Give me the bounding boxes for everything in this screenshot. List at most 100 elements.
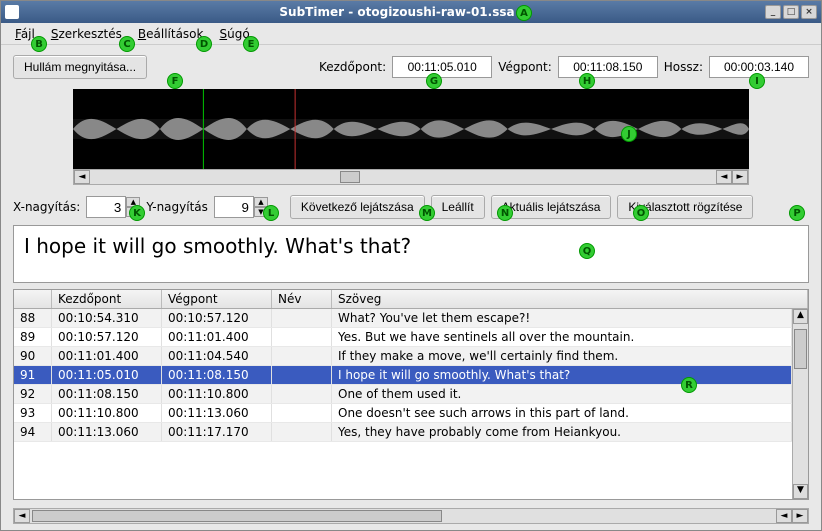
col-end[interactable]: Végpont [162,290,272,308]
annotation-marker: B [31,36,47,52]
cell-text: One of them used it. [332,385,792,403]
annotation-marker: K [129,205,145,221]
table-row[interactable]: 9400:11:13.06000:11:17.170 Yes, they have… [14,423,792,442]
scroll-left-icon[interactable]: ◄ [74,170,90,184]
cell-index: 94 [14,423,52,441]
annotation-marker: C [119,36,135,52]
cell-end: 00:11:10.800 [162,385,272,403]
table-row[interactable]: 9200:11:08.15000:11:10.800 One of them us… [14,385,792,404]
annotation-marker: M [419,205,435,221]
cell-text: Yes, they have probably come from Heiank… [332,423,792,441]
cell-text: I hope it will go smoothly. What's that? [332,366,792,384]
table-row[interactable]: 9300:11:10.80000:11:13.060 One doesn't se… [14,404,792,423]
cell-text: One doesn't see such arrows in this part… [332,404,792,422]
subtitle-table: Kezdőpont Végpont Név Szöveg 8800:10:54.… [13,289,809,500]
cell-index: 89 [14,328,52,346]
annotation-marker: D [196,36,212,52]
col-text[interactable]: Szöveg [332,290,808,308]
start-label: Kezdőpont: [319,60,386,74]
cell-name [272,309,332,327]
window-title: SubTimer - otogizoushi-raw-01.ssa [29,5,765,19]
table-scroll-right-icon[interactable]: ► [792,509,808,523]
table-row[interactable]: 9000:11:01.40000:11:04.540 If they make a… [14,347,792,366]
annotation-marker: Q [579,243,595,259]
titlebar: SubTimer - otogizoushi-raw-01.ssa _ □ × [1,1,821,23]
scroll-left2-icon[interactable]: ◄ [716,170,732,184]
yzoom-label: Y-nagyítás [146,200,208,214]
yzoom-spinner[interactable]: ▲▼ [214,196,268,218]
cell-text: If they make a move, we'll certainly fin… [332,347,792,365]
end-label: Végpont: [498,60,552,74]
cell-end: 00:11:01.400 [162,328,272,346]
annotation-marker: G [426,73,442,89]
cell-start: 00:10:57.120 [52,328,162,346]
annotation-marker: F [167,73,183,89]
cell-start: 00:11:05.010 [52,366,162,384]
waveform-scrollbar[interactable]: ◄ ◄ ► [73,169,749,185]
annotation-marker: N [497,205,513,221]
end-input[interactable] [558,56,658,78]
cell-index: 92 [14,385,52,403]
scroll-right-icon[interactable]: ► [732,170,748,184]
xzoom-label: X-nagyítás: [13,200,80,214]
menu-edit[interactable]: Szerkesztés [45,25,128,43]
cell-start: 00:10:54.310 [52,309,162,327]
cell-index: 90 [14,347,52,365]
table-scroll-left-icon[interactable]: ◄ [14,509,30,523]
cell-start: 00:11:08.150 [52,385,162,403]
stop-button[interactable]: Leállít [431,195,485,219]
cell-text: Yes. But we have sentinels all over the … [332,328,792,346]
play-next-button[interactable]: Következő lejátszása [290,195,425,219]
app-icon [5,5,29,19]
cell-end: 00:11:04.540 [162,347,272,365]
cell-name [272,404,332,422]
table-vscroll[interactable]: ▲ ▼ [792,309,808,499]
table-row[interactable]: 9100:11:05.01000:11:08.150 I hope it will… [14,366,792,385]
cell-start: 00:11:10.800 [52,404,162,422]
waveform[interactable] [73,89,749,169]
annotation-marker: R [681,377,697,393]
col-index[interactable] [14,290,52,308]
cell-name [272,423,332,441]
annotation-marker: H [579,73,595,89]
minimize-button[interactable]: _ [765,5,781,19]
annotation-marker: O [633,205,649,221]
cell-text: What? You've let them escape?! [332,309,792,327]
cell-end: 00:11:17.170 [162,423,272,441]
table-header: Kezdőpont Végpont Név Szöveg [14,290,808,309]
col-start[interactable]: Kezdőpont [52,290,162,308]
open-wave-button[interactable]: Hullám megnyitása... [13,55,147,79]
cell-name [272,366,332,384]
xzoom-input[interactable] [86,196,126,218]
length-label: Hossz: [664,60,703,74]
scroll-down-icon[interactable]: ▼ [793,484,808,499]
table-row[interactable]: 8800:10:54.31000:10:57.120 What? You've l… [14,309,792,328]
cell-end: 00:11:08.150 [162,366,272,384]
annotation-marker: I [749,73,765,89]
annotation-marker: J [621,126,637,142]
annotation-marker: P [789,205,805,221]
cell-name [272,347,332,365]
cell-index: 93 [14,404,52,422]
yzoom-input[interactable] [214,196,254,218]
table-scroll-left2-icon[interactable]: ◄ [776,509,792,523]
maximize-button[interactable]: □ [783,5,799,19]
cell-end: 00:10:57.120 [162,309,272,327]
cell-start: 00:11:13.060 [52,423,162,441]
cell-index: 88 [14,309,52,327]
cell-start: 00:11:01.400 [52,347,162,365]
cell-name [272,328,332,346]
cell-index: 91 [14,366,52,384]
start-input[interactable] [392,56,492,78]
annotation-marker: E [243,36,259,52]
table-row[interactable]: 8900:10:57.12000:11:01.400 Yes. But we ha… [14,328,792,347]
annotation-marker: A [516,5,532,21]
scroll-up-icon[interactable]: ▲ [793,309,808,324]
cell-name [272,385,332,403]
cell-end: 00:11:13.060 [162,404,272,422]
subtitle-text-editor[interactable]: I hope it will go smoothly. What's that? [13,225,809,283]
table-hscroll[interactable]: ◄ ◄ ► [13,508,809,524]
close-button[interactable]: × [801,5,817,19]
annotation-marker: L [263,205,279,221]
col-name[interactable]: Név [272,290,332,308]
